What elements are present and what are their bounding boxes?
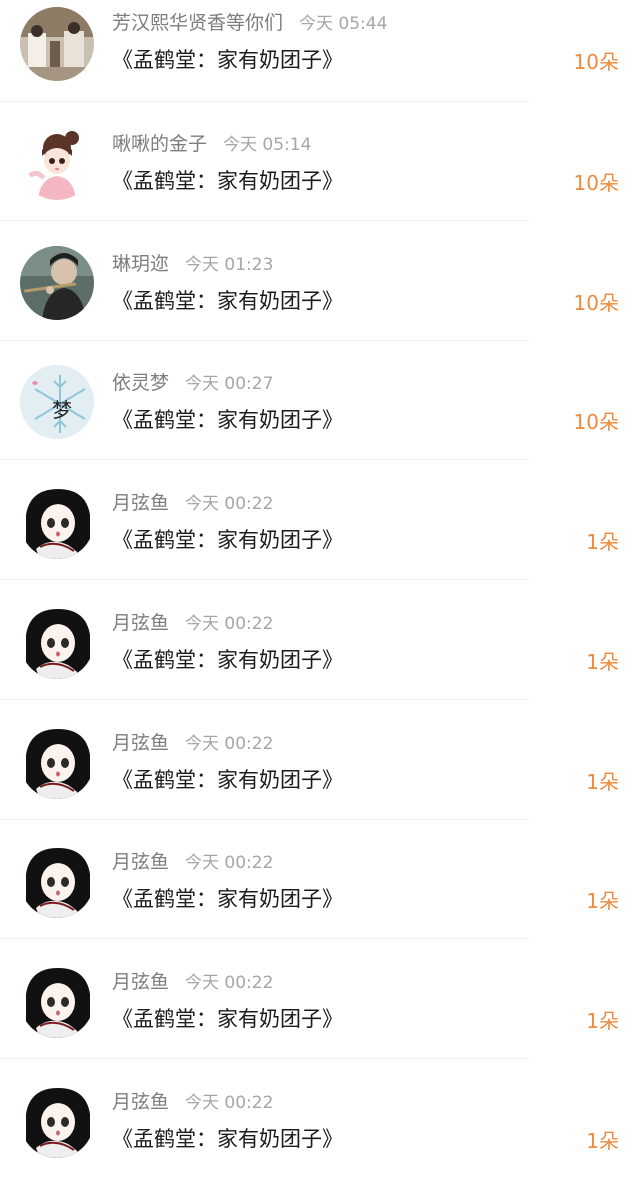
avatar[interactable] — [20, 964, 94, 1038]
timestamp: 今天 00:22 — [185, 614, 274, 634]
timestamp: 今天 01:23 — [185, 255, 274, 275]
gift-title[interactable]: 《孟鹤堂：家有奶团子》 — [112, 286, 343, 316]
flower-count: 10朵 — [573, 50, 619, 74]
timestamp: 今天 00:22 — [185, 494, 274, 514]
username[interactable]: 月弦鱼 — [112, 612, 169, 634]
message-meta: 月弦鱼 今天 00:22 — [112, 968, 273, 996]
row-divider — [0, 459, 530, 460]
gift-title[interactable]: 《孟鹤堂：家有奶团子》 — [112, 1004, 343, 1034]
avatar[interactable] — [20, 844, 94, 918]
flower-count: 10朵 — [573, 171, 619, 195]
timestamp: 今天 05:44 — [299, 14, 388, 34]
gift-title[interactable]: 《孟鹤堂：家有奶团子》 — [112, 1124, 343, 1154]
timestamp: 今天 05:14 — [223, 135, 312, 155]
timestamp: 今天 00:22 — [185, 853, 274, 873]
list-item[interactable]: 梦 依灵梦 今天 00:27 《孟鹤堂：家有奶团子》 10朵 — [0, 341, 640, 460]
message-meta: 月弦鱼 今天 00:22 — [112, 609, 273, 637]
flower-count: 1朵 — [586, 770, 619, 794]
list-item[interactable]: 芳汉熙华贤香等你们 今天 05:44 《孟鹤堂：家有奶团子》 10朵 — [0, 0, 640, 102]
flower-count: 1朵 — [586, 889, 619, 913]
message-meta: 琳玥迩 今天 01:23 — [112, 250, 273, 278]
anime-dark-hair-avatar-image — [20, 725, 94, 799]
list-item[interactable]: 月弦鱼 今天 00:22 《孟鹤堂：家有奶团子》 1朵 — [0, 701, 640, 820]
flute-player-avatar-image — [20, 246, 94, 320]
avatar[interactable]: 梦 — [20, 365, 94, 439]
timestamp: 今天 00:22 — [185, 1093, 274, 1113]
gift-title[interactable]: 《孟鹤堂：家有奶团子》 — [112, 525, 343, 555]
row-divider — [0, 220, 530, 221]
avatar[interactable] — [20, 126, 94, 200]
avatar[interactable] — [20, 725, 94, 799]
username[interactable]: 琳玥迩 — [112, 253, 169, 275]
flower-count: 10朵 — [573, 410, 619, 434]
username[interactable]: 啾啾的金子 — [112, 133, 207, 155]
meng-character: 梦 — [52, 398, 72, 422]
flower-count: 10朵 — [573, 291, 619, 315]
list-item[interactable]: 啾啾的金子 今天 05:14 《孟鹤堂：家有奶团子》 10朵 — [0, 102, 640, 221]
timestamp: 今天 00:27 — [185, 374, 274, 394]
gift-title[interactable]: 《孟鹤堂：家有奶团子》 — [112, 765, 343, 795]
message-meta: 依灵梦 今天 00:27 — [112, 369, 273, 397]
message-meta: 月弦鱼 今天 00:22 — [112, 848, 273, 876]
avatar[interactable] — [20, 605, 94, 679]
row-divider — [0, 579, 530, 580]
list-item[interactable]: 月弦鱼 今天 00:22 《孟鹤堂：家有奶团子》 1朵 — [0, 461, 640, 580]
snowflake-avatar-image: 梦 — [20, 365, 94, 439]
username[interactable]: 月弦鱼 — [112, 851, 169, 873]
timestamp: 今天 00:22 — [185, 973, 274, 993]
username[interactable]: 芳汉熙华贤香等你们 — [112, 12, 283, 34]
username[interactable]: 月弦鱼 — [112, 1091, 169, 1113]
avatar[interactable] — [20, 246, 94, 320]
message-meta: 啾啾的金子 今天 05:14 — [112, 130, 311, 158]
anime-dark-hair-avatar-image — [20, 1084, 94, 1158]
anime-dark-hair-avatar-image — [20, 605, 94, 679]
gift-title[interactable]: 《孟鹤堂：家有奶团子》 — [112, 405, 343, 435]
avatar[interactable] — [20, 1084, 94, 1158]
anime-dark-hair-avatar-image — [20, 964, 94, 1038]
anime-dark-hair-avatar-image — [20, 485, 94, 559]
row-divider — [0, 1058, 530, 1059]
message-meta: 月弦鱼 今天 00:22 — [112, 1088, 273, 1116]
list-item[interactable]: 琳玥迩 今天 01:23 《孟鹤堂：家有奶团子》 10朵 — [0, 222, 640, 341]
gift-title[interactable]: 《孟鹤堂：家有奶团子》 — [112, 884, 343, 914]
gift-title[interactable]: 《孟鹤堂：家有奶团子》 — [112, 166, 343, 196]
list-item[interactable]: 月弦鱼 今天 00:22 《孟鹤堂：家有奶团子》 1朵 — [0, 820, 640, 939]
flower-count: 1朵 — [586, 1129, 619, 1153]
couple-photo-avatar-image — [20, 7, 94, 81]
row-divider — [0, 699, 530, 700]
flower-count: 1朵 — [586, 1009, 619, 1033]
row-divider — [0, 938, 530, 939]
avatar[interactable] — [20, 485, 94, 559]
message-meta: 月弦鱼 今天 00:22 — [112, 489, 273, 517]
anime-dark-hair-avatar-image — [20, 844, 94, 918]
username[interactable]: 月弦鱼 — [112, 971, 169, 993]
gift-title[interactable]: 《孟鹤堂：家有奶团子》 — [112, 45, 343, 75]
list-item[interactable]: 月弦鱼 今天 00:22 《孟鹤堂：家有奶团子》 1朵 — [0, 1060, 640, 1179]
anime-girl-avatar-image — [20, 126, 94, 200]
flower-count: 1朵 — [586, 530, 619, 554]
gift-message-list: 芳汉熙华贤香等你们 今天 05:44 《孟鹤堂：家有奶团子》 10朵 啾啾的金子今… — [0, 0, 640, 1187]
message-meta: 芳汉熙华贤香等你们 今天 05:44 — [112, 9, 387, 37]
avatar[interactable] — [20, 7, 94, 81]
list-item[interactable]: 月弦鱼 今天 00:22 《孟鹤堂：家有奶团子》 1朵 — [0, 581, 640, 700]
list-item[interactable]: 月弦鱼 今天 00:22 《孟鹤堂：家有奶团子》 1朵 — [0, 940, 640, 1059]
username[interactable]: 月弦鱼 — [112, 732, 169, 754]
flower-count: 1朵 — [586, 650, 619, 674]
gift-title[interactable]: 《孟鹤堂：家有奶团子》 — [112, 645, 343, 675]
username[interactable]: 依灵梦 — [112, 372, 169, 394]
timestamp: 今天 00:22 — [185, 734, 274, 754]
message-meta: 月弦鱼 今天 00:22 — [112, 729, 273, 757]
username[interactable]: 月弦鱼 — [112, 492, 169, 514]
